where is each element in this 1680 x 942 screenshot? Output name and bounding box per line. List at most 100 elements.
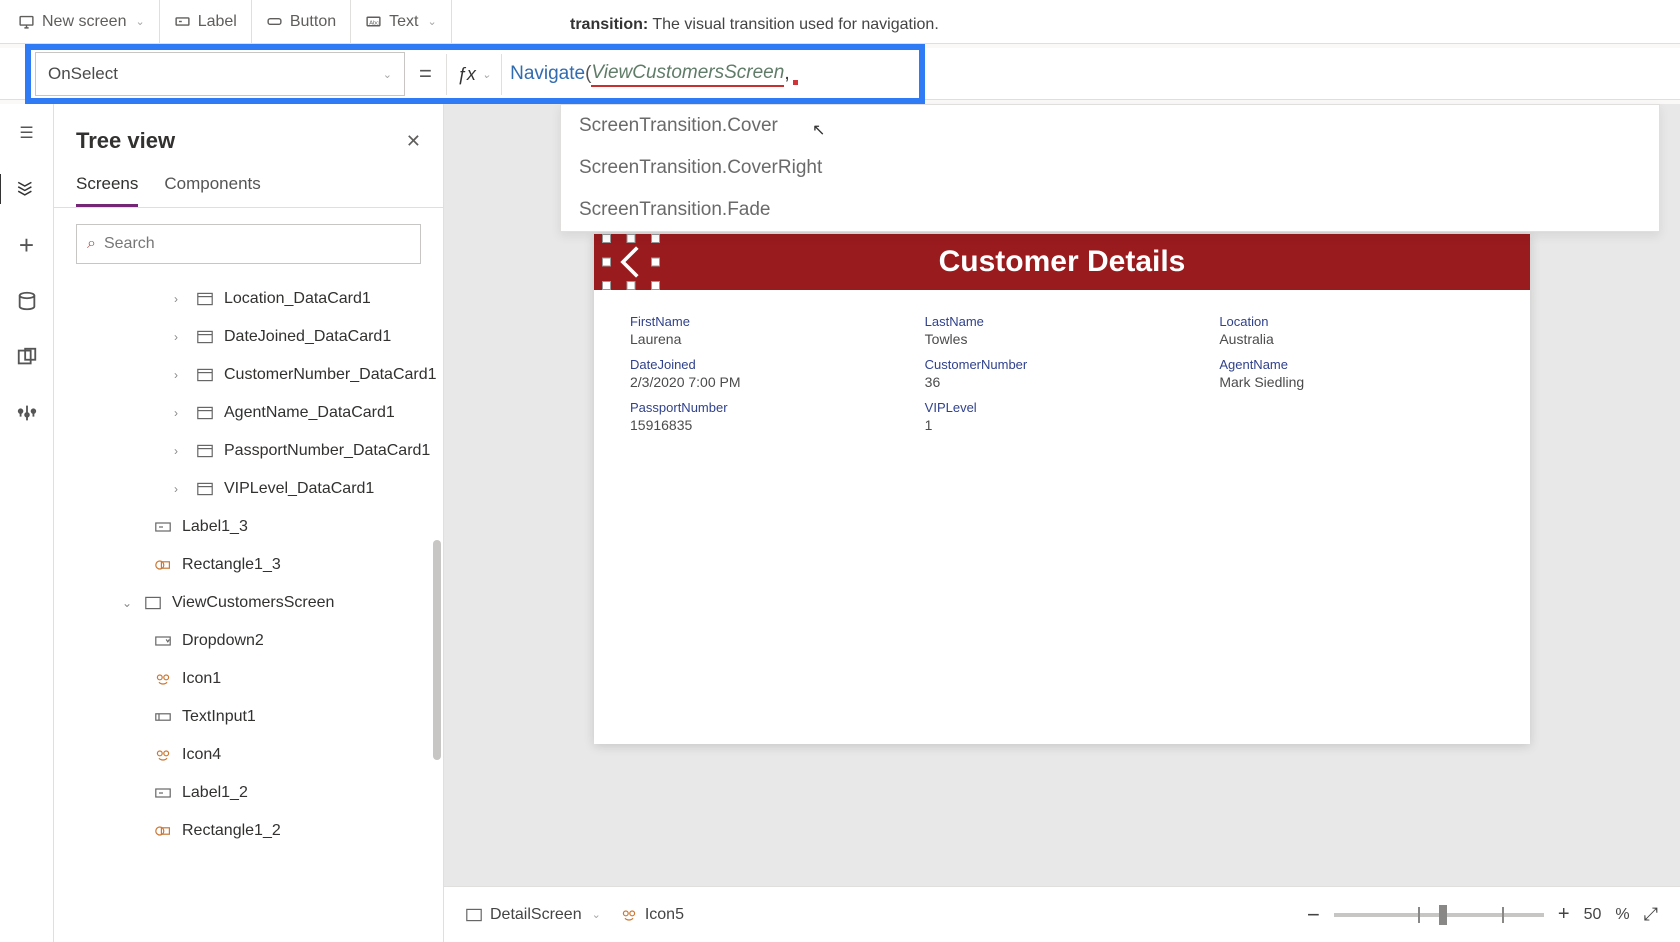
breadcrumb-control[interactable]: Icon5 [621, 906, 684, 924]
zoom-slider[interactable] [1334, 913, 1544, 917]
selection-handle[interactable] [602, 258, 611, 267]
autocomplete-item[interactable]: ScreenTransition.Cover [561, 105, 1659, 147]
selection-handle[interactable] [651, 281, 660, 290]
property-selector-value: OnSelect [48, 64, 118, 84]
media-icon[interactable] [16, 346, 38, 368]
tree-node-rectangle[interactable]: Rectangle1_3 [54, 546, 443, 584]
field-label: FirstName [630, 314, 905, 329]
screen-icon [18, 13, 35, 30]
zoom-unit: % [1615, 906, 1629, 924]
scrollbar-thumb[interactable] [433, 540, 441, 760]
insert-button-button[interactable]: Button [252, 0, 351, 43]
svg-text:Abc: Abc [369, 20, 379, 26]
autocomplete-item[interactable]: ScreenTransition.Fade [561, 189, 1659, 231]
token-screenref: ViewCustomersScreen [591, 62, 784, 87]
text-icon: Abc [365, 13, 382, 30]
datacard-icon [196, 444, 214, 459]
formula-input[interactable]: Navigate(ViewCustomersScreen, [502, 52, 915, 96]
selection-handle[interactable] [627, 281, 636, 290]
icon-node-icon [154, 672, 172, 687]
selection-handle[interactable] [651, 234, 660, 243]
selected-back-icon[interactable] [606, 238, 656, 286]
field-value: Mark Siedling [1219, 374, 1494, 390]
chevron-right-icon[interactable]: › [174, 444, 186, 458]
zoom-value: 50 [1584, 906, 1602, 924]
tree-node-datacard[interactable]: ›CustomerNumber_DataCard1 [54, 356, 443, 394]
property-selector[interactable]: OnSelect ⌄ [35, 52, 405, 96]
selection-handle[interactable] [651, 258, 660, 267]
formula-autocomplete: ScreenTransition.Cover ScreenTransition.… [560, 104, 1660, 232]
fullscreen-icon[interactable]: ⤢ [1644, 904, 1658, 925]
datacard-icon [196, 292, 214, 307]
chevron-right-icon[interactable]: › [174, 330, 186, 344]
tree-node-datacard[interactable]: ›Location_DataCard1 [54, 280, 443, 318]
chevron-down-icon: ⌄ [383, 68, 392, 81]
chevron-right-icon[interactable]: › [174, 406, 186, 420]
token-comma: , [784, 63, 789, 85]
close-icon[interactable]: ✕ [406, 131, 421, 152]
tree-node-icon[interactable]: Icon1 [54, 660, 443, 698]
tree-node-datacard[interactable]: ›VIPLevel_DataCard1 [54, 470, 443, 508]
hamburger-icon[interactable]: ☰ [16, 122, 38, 144]
zoom-slider-thumb[interactable] [1439, 905, 1447, 925]
zoom-in-button[interactable]: + [1558, 903, 1570, 926]
tree-node-label[interactable]: Label1_2 [54, 774, 443, 812]
status-bar: DetailScreen ⌄ Icon5 − + 50 % ⤢ [444, 886, 1680, 942]
tree-node-label[interactable]: Label1_3 [54, 508, 443, 546]
tooltip-desc: The visual transition used for navigatio… [652, 16, 938, 33]
tree-node-datacard[interactable]: ›DateJoined_DataCard1 [54, 318, 443, 356]
rectangle-node-icon [154, 824, 172, 839]
tree-node-datacard[interactable]: ›PassportNumber_DataCard1 [54, 432, 443, 470]
tree-node-textinput[interactable]: TextInput1 [54, 698, 443, 736]
search-placeholder: Search [104, 235, 155, 253]
chevron-right-icon[interactable]: › [174, 292, 186, 306]
chevron-right-icon[interactable]: › [174, 482, 186, 496]
formula-bar-highlight: OnSelect ⌄ = ƒx ⌄ Navigate(ViewCustomers… [25, 44, 925, 104]
selection-handle[interactable] [602, 234, 611, 243]
tree-list: ›Location_DataCard1 ›DateJoined_DataCard… [54, 280, 443, 942]
chevron-right-icon[interactable]: › [174, 368, 186, 382]
dropdown-node-icon [154, 634, 172, 649]
insert-text-button[interactable]: Abc Text ⌄ [351, 0, 452, 43]
data-icon[interactable] [16, 290, 38, 312]
tree-node-screen[interactable]: ⌄ViewCustomersScreen [54, 584, 443, 622]
rectangle-node-icon [154, 558, 172, 573]
field-label: DateJoined [630, 357, 905, 372]
selection-handle[interactable] [602, 281, 611, 290]
label-node-icon [154, 520, 172, 535]
equals-sign: = [405, 61, 446, 87]
breadcrumb-screen[interactable]: DetailScreen ⌄ [466, 906, 601, 924]
insert-label-button[interactable]: Label [160, 0, 252, 43]
tree-node-icon[interactable]: Icon4 [54, 736, 443, 774]
label-icon [174, 13, 191, 30]
fx-button[interactable]: ƒx ⌄ [446, 54, 502, 95]
left-rail: ☰ + [0, 104, 54, 942]
tooltip-key: transition: [570, 16, 648, 33]
tree-node-datacard[interactable]: ›AgentName_DataCard1 [54, 394, 443, 432]
tree-search-input[interactable]: ⌕ Search [76, 224, 421, 264]
button-icon [266, 13, 283, 30]
field-value: 36 [925, 374, 1200, 390]
chevron-down-icon: ⌄ [427, 15, 436, 28]
field-value: Australia [1219, 331, 1494, 347]
datacard-icon [196, 406, 214, 421]
selection-handle[interactable] [627, 234, 636, 243]
chevron-down-icon[interactable]: ⌄ [122, 596, 134, 610]
zoom-controls: − + 50 % ⤢ [1307, 902, 1658, 928]
tab-screens[interactable]: Screens [76, 174, 138, 207]
tree-node-rectangle[interactable]: Rectangle1_2 [54, 812, 443, 850]
tree-node-dropdown[interactable]: Dropdown2 [54, 622, 443, 660]
tree-view-icon[interactable] [16, 178, 38, 200]
field-label: LastName [925, 314, 1200, 329]
tab-components[interactable]: Components [164, 174, 260, 207]
zoom-out-button[interactable]: − [1307, 902, 1320, 928]
new-screen-button[interactable]: New screen ⌄ [4, 0, 160, 43]
screen-node-icon [144, 596, 162, 611]
autocomplete-item[interactable]: ScreenTransition.CoverRight [561, 147, 1659, 189]
field-label: Location [1219, 314, 1494, 329]
field-value: Laurena [630, 331, 905, 347]
insert-button-text: Button [290, 13, 336, 31]
tree-view-panel: Tree view ✕ Screens Components ⌕ Search … [54, 104, 444, 942]
add-icon[interactable]: + [16, 234, 38, 256]
settings-icon[interactable] [16, 402, 38, 424]
